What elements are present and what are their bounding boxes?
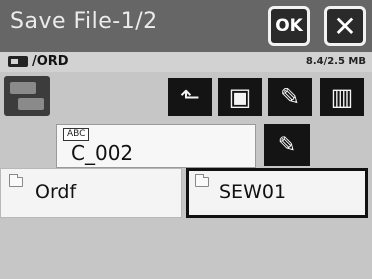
filename-field[interactable]: ABC C_002 xyxy=(56,124,256,168)
drive-icon xyxy=(8,56,28,67)
pencil-icon: ✎ xyxy=(279,83,301,111)
toolbar: ⬑ ▣ ✎ ▥ xyxy=(0,72,372,120)
input-mode-badge: ABC xyxy=(63,128,90,141)
page-title: Save File-1/2 xyxy=(10,9,158,34)
delete-button[interactable]: ▥ xyxy=(320,78,364,116)
list-item-label: Ordf xyxy=(35,181,77,203)
edit-name-button[interactable]: ✎ xyxy=(264,124,310,166)
media-card-icon xyxy=(10,82,36,94)
save-file-screen: Save File-1/2 OK ✕ /ORD 8.4/2.5 MB ⬑ ▣ ✎… xyxy=(0,0,372,279)
list-item-label: SEW01 xyxy=(219,181,287,203)
close-button[interactable]: ✕ xyxy=(324,6,366,46)
new-folder-icon: ▣ xyxy=(228,83,252,111)
list-item[interactable]: Ordf xyxy=(0,168,182,218)
media-usb-icon xyxy=(18,98,44,110)
capacity-readout: 8.4/2.5 MB xyxy=(305,56,366,67)
rename-button[interactable]: ✎ xyxy=(268,78,312,116)
new-folder-button[interactable]: ▣ xyxy=(218,78,262,116)
folder-icon xyxy=(9,174,23,187)
current-path: /ORD xyxy=(32,54,69,69)
path-bar: /ORD 8.4/2.5 MB xyxy=(0,52,372,72)
title-bar: Save File-1/2 OK ✕ xyxy=(0,0,372,52)
pencil-plus-icon: ✎ xyxy=(277,132,297,158)
folder-icon xyxy=(195,174,209,187)
trash-icon: ▥ xyxy=(330,83,354,111)
close-icon: ✕ xyxy=(333,9,357,43)
media-select-icon[interactable] xyxy=(4,76,50,116)
list-item-selected[interactable]: SEW01 xyxy=(186,168,368,218)
up-arrow-icon: ⬑ xyxy=(179,83,201,111)
parent-folder-button[interactable]: ⬑ xyxy=(168,78,212,116)
ok-button[interactable]: OK xyxy=(268,6,310,46)
file-list: Ordf SEW01 xyxy=(0,168,372,279)
filename-value: C_002 xyxy=(71,141,134,165)
